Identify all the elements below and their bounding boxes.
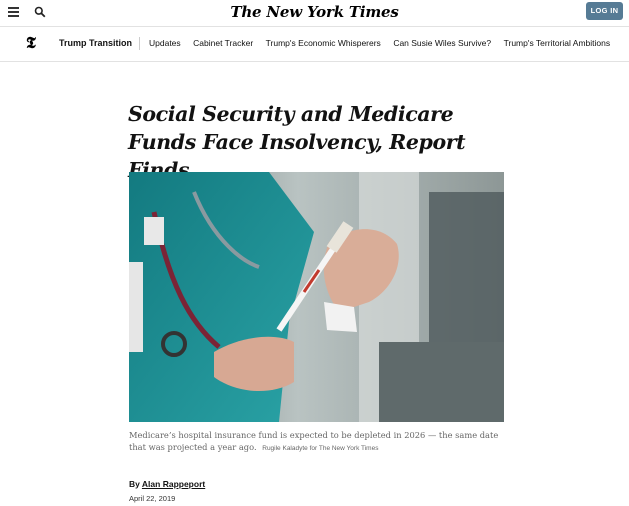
section-nav: 𝕿 Trump Transition Updates Cabinet Track… bbox=[0, 26, 629, 62]
byline-prefix: By bbox=[129, 479, 140, 489]
publish-date: April 22, 2019 bbox=[129, 494, 176, 503]
nav-link-susie-wiles[interactable]: Can Susie Wiles Survive? bbox=[393, 38, 491, 48]
top-bar: The New York Times LOG IN bbox=[0, 0, 629, 25]
nav-link-updates[interactable]: Updates bbox=[149, 38, 181, 48]
photo-caption: Medicare’s hospital insurance fund is ex… bbox=[129, 429, 504, 455]
nyt-t-logo-icon[interactable]: 𝕿 bbox=[26, 33, 36, 53]
section-title[interactable]: Trump Transition bbox=[59, 38, 132, 48]
login-button[interactable]: LOG IN bbox=[586, 2, 623, 20]
nav-divider bbox=[139, 37, 140, 50]
nyt-logo[interactable]: The New York Times bbox=[0, 3, 629, 21]
byline: By Alan Rappeport bbox=[129, 479, 205, 489]
photo-credit: Rugile Kaladyte for The New York Times bbox=[262, 445, 379, 452]
nav-link-territorial-ambitions[interactable]: Trump's Territorial Ambitions bbox=[504, 38, 611, 48]
nav-link-cabinet-tracker[interactable]: Cabinet Tracker bbox=[193, 38, 253, 48]
nav-link-economic-whisperers[interactable]: Trump's Economic Whisperers bbox=[266, 38, 381, 48]
nav-links: Updates Cabinet Tracker Trump's Economic… bbox=[149, 38, 623, 48]
article-photo bbox=[129, 172, 504, 422]
author-link[interactable]: Alan Rappeport bbox=[142, 479, 205, 489]
